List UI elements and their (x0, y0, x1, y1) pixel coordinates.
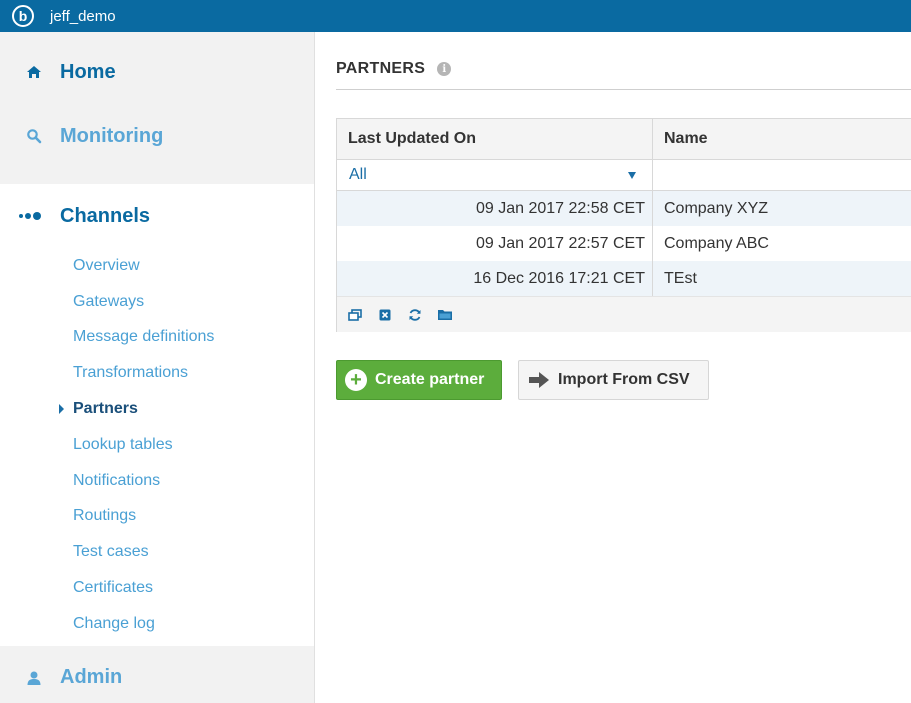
cell-name: Company XYZ (664, 199, 769, 217)
info-icon[interactable]: i (437, 62, 452, 76)
table-toolbar (337, 296, 911, 332)
cell-last-updated: 09 Jan 2017 22:57 CET (337, 226, 653, 261)
cell-last-updated: 09 Jan 2017 22:58 CET (337, 191, 653, 226)
cell-name: Company ABC (664, 234, 769, 252)
plus-circle-icon: + (345, 369, 367, 391)
caret-right-icon (59, 404, 64, 415)
column-header-last-updated[interactable]: Last Updated On (337, 119, 653, 159)
import-csv-button[interactable]: Import From CSV (518, 360, 709, 400)
table-row[interactable]: 16 Dec 2016 17:21 CET TEst (337, 261, 911, 296)
sidebar-item-notifications[interactable]: Notifications (0, 463, 314, 499)
nav-channels-label: Channels (60, 204, 151, 227)
top-bar: b jeff_demo (0, 0, 911, 32)
nav-monitoring[interactable]: Monitoring (0, 112, 314, 160)
dots-icon (18, 211, 48, 221)
page-header: PARTNERS i (336, 60, 911, 90)
nav-admin[interactable]: Admin (0, 646, 314, 703)
sidebar-item-label: Partners (73, 400, 138, 418)
nav-monitoring-label: Monitoring (60, 124, 164, 147)
sidebar-item-label: Notifications (73, 471, 161, 489)
sidebar-item-transformations[interactable]: Transformations (0, 355, 314, 391)
dropdown-arrow-icon (628, 171, 636, 179)
filter-value: All (349, 166, 367, 183)
sidebar-item-lookup-tables[interactable]: Lookup tables (0, 427, 314, 463)
sidebar-item-label: Lookup tables (73, 435, 173, 453)
sidebar-item-test-cases[interactable]: Test cases (0, 534, 314, 570)
folder-icon[interactable] (437, 307, 453, 323)
sidebar-item-label: Overview (73, 256, 140, 274)
name-filter-input[interactable] (653, 160, 911, 190)
nav-channels[interactable]: Channels (0, 184, 314, 248)
nav-admin-label: Admin (60, 666, 123, 689)
sidebar-item-label: Test cases (73, 543, 149, 561)
page-title: PARTNERS (336, 60, 426, 77)
partners-table: Last Updated On Name All 09 Jan 2017 22:… (336, 118, 911, 332)
sidebar: Home Monitoring Channels Overview Gatewa… (0, 32, 315, 703)
arrow-right-icon (528, 371, 550, 389)
user-icon (22, 670, 46, 686)
sidebar-item-label: Gateways (73, 292, 145, 310)
b-logo-icon[interactable]: b (12, 5, 34, 27)
home-icon (22, 64, 46, 80)
table-row[interactable]: 09 Jan 2017 22:58 CET Company XYZ (337, 191, 911, 226)
sidebar-item-overview[interactable]: Overview (0, 248, 314, 284)
last-updated-filter-select[interactable]: All (337, 160, 653, 190)
import-csv-label: Import From CSV (558, 371, 690, 388)
restore-window-icon[interactable] (347, 307, 363, 323)
refresh-icon[interactable] (407, 307, 423, 323)
main-content: PARTNERS i Last Updated On Name All 09 J… (315, 32, 911, 703)
sidebar-item-label: Change log (73, 614, 155, 632)
nav-home-label: Home (60, 60, 116, 83)
sidebar-item-certificates[interactable]: Certificates (0, 570, 314, 606)
nav-home[interactable]: Home (0, 32, 314, 112)
sidebar-item-change-log[interactable]: Change log (0, 606, 314, 642)
sidebar-item-routings[interactable]: Routings (0, 499, 314, 535)
filter-row: All (337, 160, 911, 191)
table-row[interactable]: 09 Jan 2017 22:57 CET Company ABC (337, 226, 911, 261)
sidebar-item-gateways[interactable]: Gateways (0, 284, 314, 320)
sidebar-item-label: Message definitions (73, 328, 215, 346)
sidebar-item-label: Transformations (73, 364, 188, 382)
sidebar-item-label: Certificates (73, 579, 154, 597)
cell-name: TEst (664, 269, 697, 287)
search-icon (22, 128, 46, 144)
clear-filter-icon[interactable] (377, 307, 393, 323)
channels-section: Channels Overview Gateways Message defin… (0, 184, 314, 646)
create-partner-button[interactable]: + Create partner (336, 360, 502, 400)
sidebar-item-partners[interactable]: Partners (0, 391, 314, 427)
cell-last-updated: 16 Dec 2016 17:21 CET (337, 261, 653, 296)
app-title: jeff_demo (50, 7, 116, 25)
create-partner-label: Create partner (375, 371, 485, 388)
column-header-name[interactable]: Name (653, 119, 911, 159)
table-header: Last Updated On Name (337, 119, 911, 160)
sidebar-item-label: Routings (73, 507, 137, 525)
channels-submenu: Overview Gateways Message definitions Tr… (0, 248, 314, 646)
sidebar-item-message-definitions[interactable]: Message definitions (0, 320, 314, 356)
